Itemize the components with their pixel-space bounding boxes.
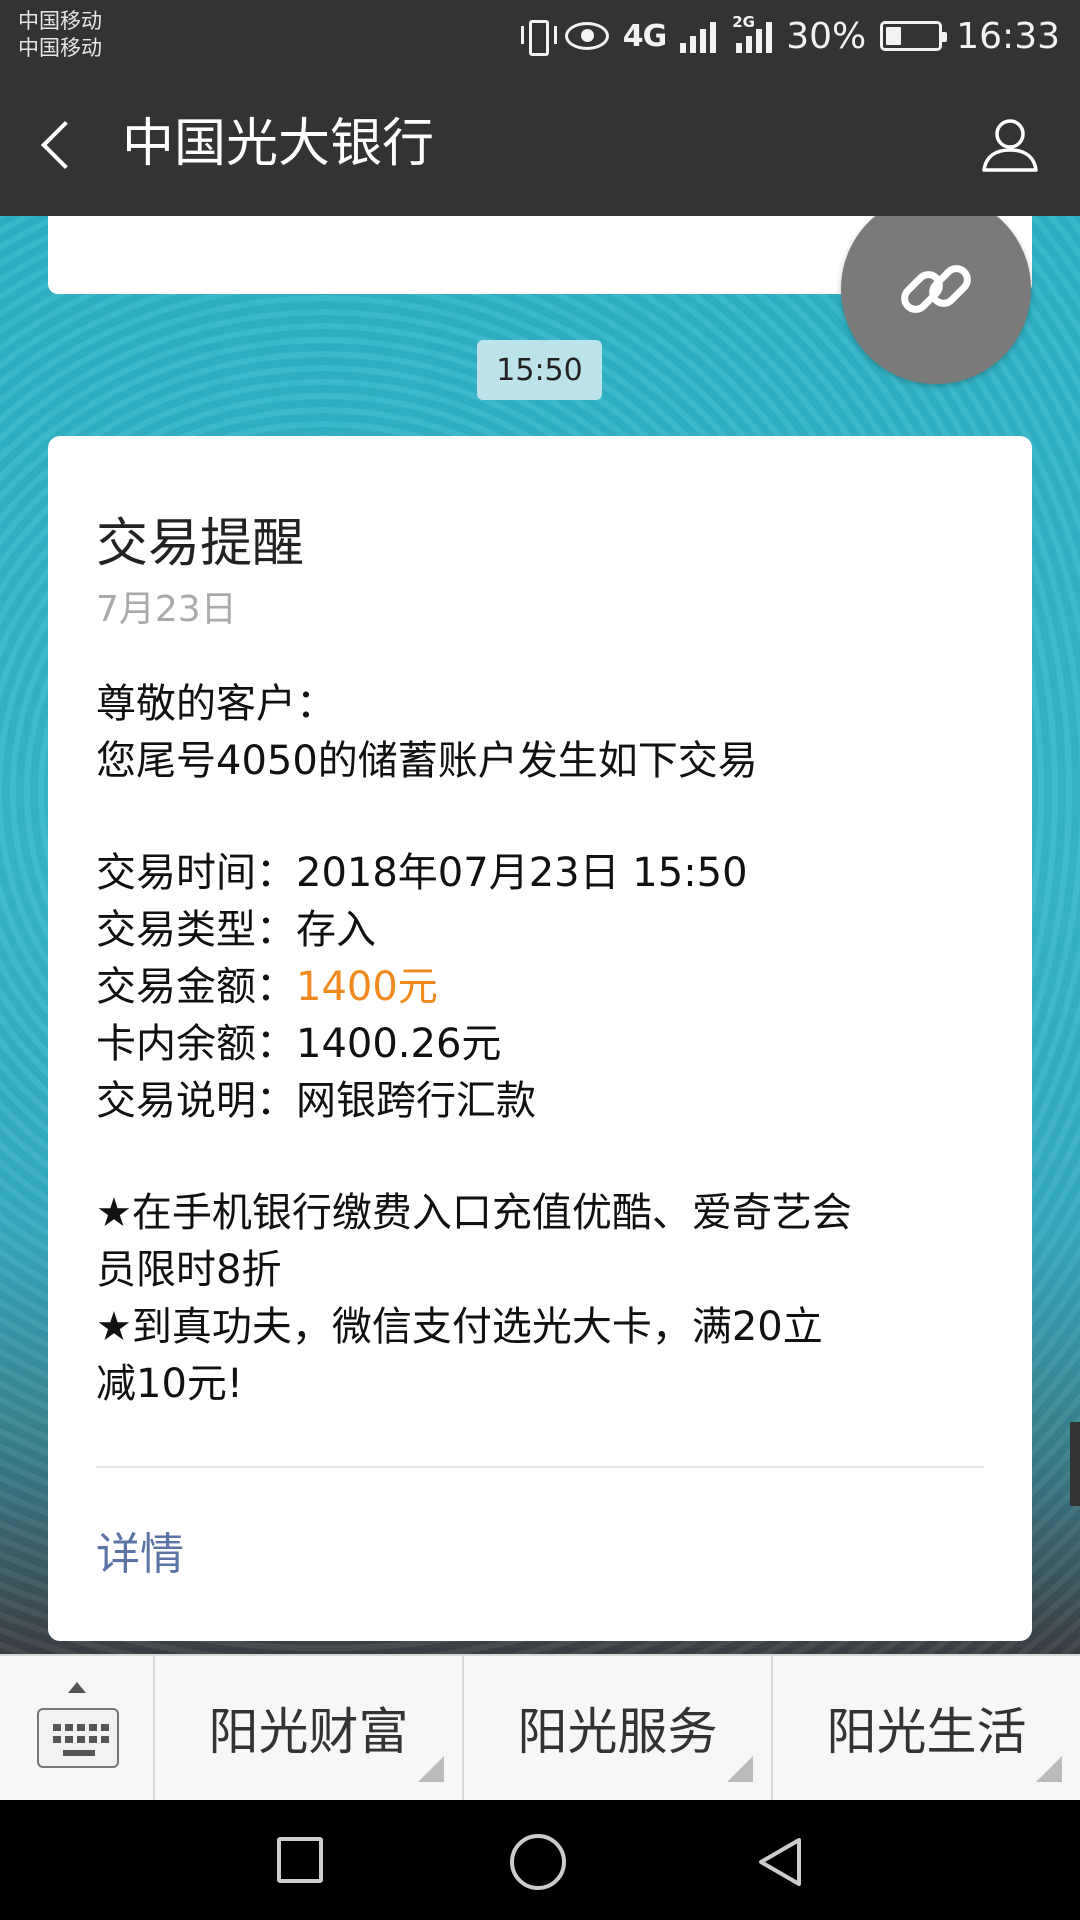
system-nav-bar (0, 1800, 1080, 1920)
menu-item-label: 阳光财富 (208, 1703, 409, 1761)
amount-value: 1400元 (296, 964, 438, 1010)
transaction-alert-card[interactable]: 交易提醒 7月23日 尊敬的客户： 您尾号4050的储蓄账户发生如下交易 交易时… (48, 436, 1032, 1641)
arrow-up-icon (68, 1682, 86, 1693)
network-type-4g: 4G (622, 18, 667, 54)
page-title: 中国光大银行 (122, 114, 435, 174)
clock: 16:33 (956, 15, 1060, 57)
message-timestamp: 15:50 (477, 340, 602, 400)
field-label: 交易说明： (96, 1078, 296, 1124)
details-link[interactable]: 详情 (96, 1526, 184, 1584)
promo-1-line-1: ★在手机银行缴费入口充值优酷、爱奇艺会 (96, 1190, 852, 1236)
menu-item-service[interactable]: 阳光服务 (464, 1656, 773, 1800)
signal-4g-icon (680, 19, 717, 53)
vibrate-icon (520, 18, 557, 56)
field-label: 交易类型： (96, 907, 296, 953)
title-bar: 中国光大银行 (0, 72, 1080, 216)
card-body: 尊敬的客户： 您尾号4050的储蓄账户发生如下交易 交易时间：2018年07月2… (96, 676, 996, 1413)
field-row: 交易时间：2018年07月23日 15:50 (96, 845, 996, 902)
field-value: 2018年07月23日 15:50 (296, 850, 748, 896)
carrier-labels: 中国移动 中国移动 (18, 8, 102, 62)
menu-item-label: 阳光生活 (826, 1703, 1027, 1761)
field-label: 交易时间： (96, 850, 296, 896)
carrier-1: 中国移动 (18, 9, 102, 33)
chat-area[interactable]: 15:50 交易提醒 7月23日 尊敬的客户： 您尾号4050的储蓄账户发生如下… (0, 216, 1080, 1654)
profile-button[interactable] (978, 112, 1042, 176)
field-row: 卡内余额：1400.26元 (96, 1016, 996, 1073)
promo-1-line-2: 员限时8折 (96, 1247, 282, 1293)
account-intro: 您尾号4050的储蓄账户发生如下交易 (96, 738, 758, 784)
promo-2-line-2: 减10元! (96, 1361, 243, 1407)
menu-item-life[interactable]: 阳光生活 (773, 1656, 1080, 1800)
card-date: 7月23日 (96, 589, 237, 630)
field-row: 交易金额：1400元 (96, 959, 996, 1016)
field-value: 1400.26元 (296, 1021, 502, 1067)
field-value: 存入 (296, 907, 376, 953)
card-title: 交易提醒 (96, 514, 305, 574)
carrier-2: 中国移动 (18, 36, 102, 60)
battery-percent: 30% (786, 15, 867, 57)
keyboard-toggle-button[interactable] (0, 1656, 155, 1800)
recents-button[interactable] (277, 1837, 323, 1883)
field-row: 交易类型：存入 (96, 902, 996, 959)
network-type-2g: 2G (732, 13, 755, 31)
link-icon (901, 265, 971, 313)
field-label: 交易金额： (96, 964, 296, 1010)
battery-fill (886, 27, 902, 45)
home-button[interactable] (510, 1834, 566, 1890)
bottom-menu: 阳光财富 阳光服务 阳光生活 (0, 1654, 1080, 1800)
scrollbar-thumb[interactable] (1070, 1422, 1080, 1506)
promo-2-line-1: ★到真功夫，微信支付选光大卡，满20立 (96, 1304, 823, 1350)
system-back-button[interactable] (753, 1835, 807, 1889)
eye-comfort-icon (564, 22, 609, 50)
status-icons: 4G 2G 30% 16:33 (520, 13, 1060, 58)
field-row: 交易说明：网银跨行汇款 (96, 1073, 996, 1130)
submenu-indicator-icon (1036, 1756, 1062, 1782)
triangle-back-icon (759, 1838, 801, 1886)
battery-icon (880, 21, 948, 51)
status-bar: 中国移动 中国移动 4G 2G 30% 16:33 (0, 0, 1080, 72)
card-divider (96, 1466, 984, 1468)
user-icon (982, 119, 1038, 172)
submenu-indicator-icon (418, 1756, 444, 1782)
menu-item-label: 阳光服务 (517, 1703, 718, 1761)
menu-item-wealth[interactable]: 阳光财富 (155, 1656, 464, 1800)
submenu-indicator-icon (727, 1756, 753, 1782)
field-value: 网银跨行汇款 (296, 1078, 536, 1124)
field-label: 卡内余额： (96, 1021, 296, 1067)
keyboard-icon (37, 1708, 119, 1768)
signal-2g-icon: 2G (732, 13, 773, 53)
link-button[interactable] (841, 216, 1031, 384)
greeting: 尊敬的客户： (96, 681, 336, 727)
back-button[interactable] (30, 110, 90, 180)
